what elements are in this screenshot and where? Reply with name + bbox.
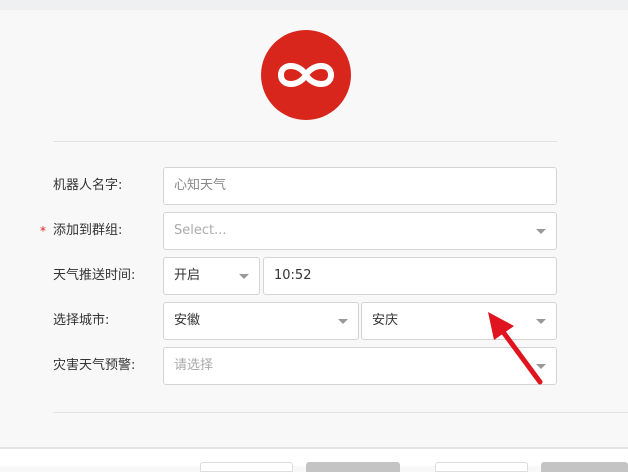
push-time-label: 天气推送时间:	[53, 268, 136, 283]
city-label: 选择城市:	[53, 313, 110, 328]
chevron-down-icon	[338, 319, 348, 324]
annotation-arrow-icon	[488, 312, 543, 385]
chevron-down-icon	[536, 229, 546, 234]
city-value: 安庆	[372, 313, 399, 328]
app-logo	[261, 30, 351, 120]
chevron-down-icon	[239, 274, 249, 279]
divider	[53, 141, 557, 142]
top-bar	[0, 0, 628, 10]
footer-button[interactable]	[200, 462, 293, 472]
alert-placeholder: 请选择	[174, 358, 214, 373]
required-mark: *	[40, 224, 46, 238]
group-select[interactable]: Select...	[163, 212, 557, 250]
province-select[interactable]: 安徽	[163, 302, 359, 340]
footer-button[interactable]	[541, 462, 628, 472]
footer-bar	[0, 447, 628, 472]
push-toggle-select[interactable]: 开启	[163, 257, 260, 295]
divider	[53, 412, 628, 413]
robot-name-input[interactable]: 心知天气	[163, 167, 557, 205]
infinity-icon	[277, 63, 335, 87]
footer-button[interactable]	[435, 462, 528, 472]
province-value: 安徽	[174, 313, 201, 328]
group-label: 添加到群组:	[53, 223, 123, 238]
push-toggle-value: 开启	[174, 268, 201, 283]
robot-name-label: 机器人名字:	[53, 178, 123, 193]
alert-label: 灾害天气预警:	[53, 358, 136, 373]
group-placeholder: Select...	[174, 223, 227, 238]
push-time-input[interactable]: 10:52	[263, 257, 557, 295]
footer-button[interactable]	[306, 462, 400, 472]
